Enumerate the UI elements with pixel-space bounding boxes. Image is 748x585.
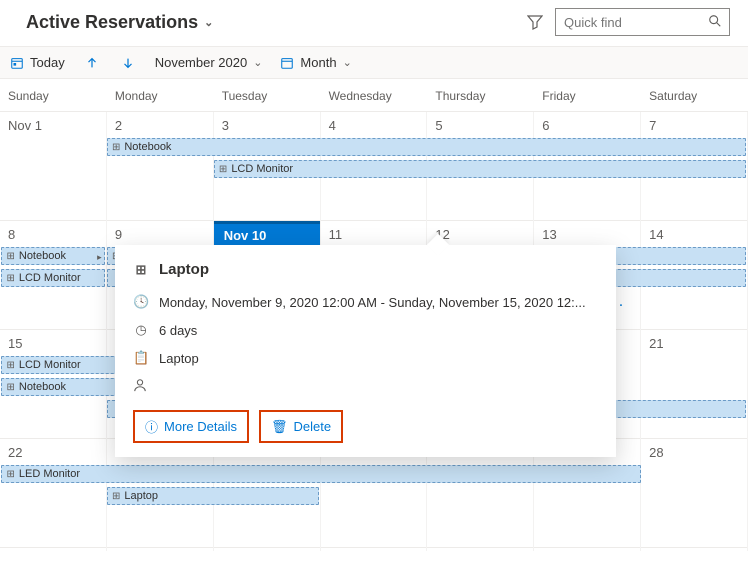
page-header: Active Reservations ⌄ <box>0 0 748 46</box>
duration-icon: ◷ <box>133 322 149 338</box>
day-header: Friday <box>534 79 641 112</box>
reservation-icon: ⊞ <box>6 469 14 480</box>
view-title: Active Reservations <box>26 12 198 33</box>
reservation-icon: ⊞ <box>6 251 14 262</box>
day-header: Tuesday <box>214 79 321 112</box>
more-details-button[interactable]: ⓘ More Details <box>133 410 249 443</box>
day-header: Wednesday <box>321 79 428 112</box>
calendar-cell[interactable]: 2 <box>107 112 214 224</box>
reservation-icon: ⊞ <box>6 360 14 371</box>
person-icon <box>133 378 149 392</box>
today-button[interactable]: Today <box>10 55 65 70</box>
event-details-popup: ⊞ Laptop 🕓 Monday, November 9, 2020 12:00… <box>115 245 616 457</box>
chevron-down-icon: ⌄ <box>343 56 352 69</box>
calendar-cell[interactable]: Nov 1 <box>0 112 107 224</box>
calendar-toolbar: Today November 2020 ⌄ Month ⌄ <box>0 46 748 79</box>
chevron-down-icon: ⌄ <box>253 56 262 69</box>
reservation-icon: ⊞ <box>133 262 149 278</box>
continue-arrow-icon: ▸ <box>97 252 102 263</box>
calendar-cell[interactable]: 22 <box>0 439 107 551</box>
reservation-icon: ⊞ <box>112 142 120 153</box>
event-bar[interactable]: ⊞Notebook <box>107 138 747 156</box>
day-header-row: Sunday Monday Tuesday Wednesday Thursday… <box>0 79 748 112</box>
event-bar[interactable]: ⊞LED Monitor <box>1 465 641 483</box>
month-picker[interactable]: November 2020 ⌄ <box>155 55 263 70</box>
popup-resource: Laptop <box>159 351 199 366</box>
info-icon: ⓘ <box>145 417 158 436</box>
search-icon[interactable] <box>708 14 722 28</box>
view-picker[interactable]: Month ⌄ <box>280 55 351 70</box>
view-label: Month <box>300 55 336 70</box>
reservation-icon: ⊞ <box>219 164 227 175</box>
chevron-down-icon: ⌄ <box>204 16 213 29</box>
day-header: Saturday <box>641 79 748 112</box>
event-bar[interactable]: ⊞Notebook▸ <box>1 247 104 265</box>
popup-duration: 6 days <box>159 323 197 338</box>
next-arrow-icon[interactable] <box>119 56 137 70</box>
popup-title: Laptop <box>159 261 209 278</box>
month-label: November 2020 <box>155 55 248 70</box>
calendar-today-icon <box>10 56 24 70</box>
calendar-cell[interactable]: 21 <box>641 330 748 442</box>
popup-timerange: Monday, November 9, 2020 12:00 AM - Sund… <box>159 295 586 310</box>
reservation-icon: ⊞ <box>112 491 120 502</box>
trash-icon: 🗑 <box>271 419 288 435</box>
delete-button[interactable]: 🗑 Delete <box>259 410 343 443</box>
calendar-icon <box>280 56 294 70</box>
search-box <box>555 8 730 36</box>
event-bar[interactable]: ⊞LCD Monitor <box>1 269 104 287</box>
today-label: Today <box>30 55 65 70</box>
filter-icon[interactable] <box>527 14 543 30</box>
reservation-icon: ⊞ <box>6 273 14 284</box>
day-header: Thursday <box>427 79 534 112</box>
event-bar[interactable]: ⊞LCD Monitor <box>214 160 747 178</box>
calendar-cell[interactable]: 28 <box>641 439 748 551</box>
reservation-icon: ⊞ <box>6 382 14 393</box>
clock-icon: 🕓 <box>133 294 149 310</box>
clipboard-icon: 📋 <box>133 350 149 366</box>
calendar-week: Nov 1 2 3 4 5 6 7 ⊞Notebook ⊞LCD Monitor <box>0 112 748 221</box>
prev-arrow-icon[interactable] <box>83 56 101 70</box>
search-input[interactable] <box>555 8 730 36</box>
event-bar[interactable]: ⊞Laptop <box>107 487 319 505</box>
view-title-dropdown[interactable]: Active Reservations ⌄ <box>26 12 213 33</box>
day-header: Monday <box>107 79 214 112</box>
day-header: Sunday <box>0 79 107 112</box>
